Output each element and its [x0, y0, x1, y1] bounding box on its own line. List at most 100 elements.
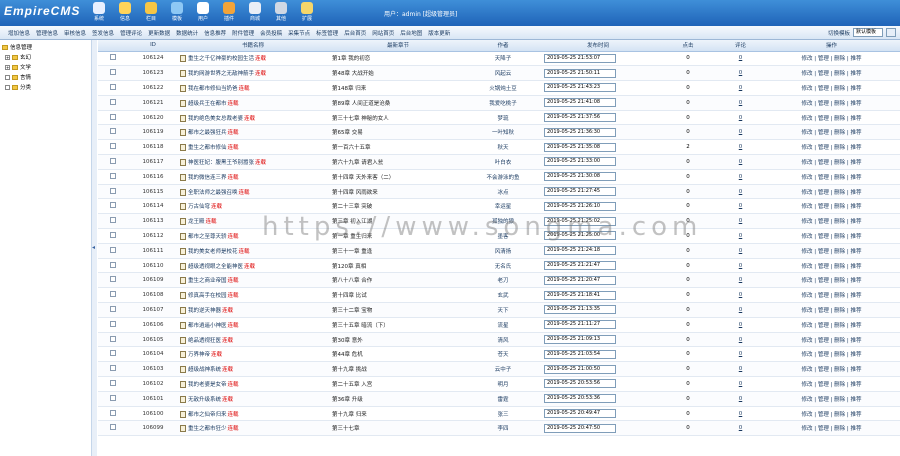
comment-count-link[interactable]: 0 [739, 411, 743, 417]
row-actions[interactable]: 修改 | 管理 | 删除 | 推荐 [763, 139, 900, 156]
row-checkbox[interactable] [110, 143, 116, 150]
submenu-item[interactable]: 会员投稿 [260, 29, 282, 37]
publish-time-input[interactable]: 2019-05-25 21:09:13 [544, 335, 616, 345]
comment-count-link[interactable]: 0 [739, 189, 743, 195]
submenu-item[interactable]: 审核信息 [64, 29, 86, 37]
row-checkbox[interactable] [110, 305, 116, 312]
row-actions[interactable]: 修改 | 管理 | 删除 | 推荐 [763, 376, 900, 392]
publish-time-input[interactable]: 2019-05-25 21:00:50 [544, 364, 616, 374]
publish-time-input[interactable]: 2019-05-25 20:49:47 [544, 409, 616, 419]
book-title-link[interactable]: 我的网游世界之无敌神箭手 [188, 71, 254, 77]
column-header[interactable]: 作者 [468, 40, 538, 52]
nav-item-6[interactable]: 商城 [242, 0, 268, 26]
row-actions[interactable]: 修改 | 管理 | 删除 | 推荐 [763, 258, 900, 274]
template-select[interactable]: 默认模板 [853, 28, 883, 37]
row-checkbox[interactable] [110, 128, 116, 135]
book-title-link[interactable]: 龙王殿 [188, 219, 205, 225]
publish-time-input[interactable]: 2019-05-25 20:53:36 [544, 394, 616, 404]
comment-count-link[interactable]: 0 [739, 174, 743, 180]
book-title-link[interactable]: 重生之千亿神豪的校园生活 [188, 56, 254, 62]
row-actions[interactable]: 修改 | 管理 | 删除 | 推荐 [763, 95, 900, 111]
author[interactable]: 玄武 [468, 287, 538, 304]
book-title-link[interactable]: 无敌升级系统 [188, 397, 221, 403]
book-title-link[interactable]: 修真高手在校园 [188, 293, 227, 299]
row-checkbox[interactable] [110, 69, 116, 76]
row-actions[interactable]: 修改 | 管理 | 删除 | 推荐 [763, 346, 900, 363]
author[interactable]: 无名氏 [468, 258, 538, 274]
row-actions[interactable]: 修改 | 管理 | 删除 | 推荐 [763, 361, 900, 378]
book-title-link[interactable]: 全职法师之最强召唤 [188, 190, 238, 196]
row-actions[interactable]: 修改 | 管理 | 删除 | 推荐 [763, 213, 900, 230]
author[interactable]: 老刀 [468, 272, 538, 289]
comment-count-link[interactable]: 0 [739, 100, 743, 106]
author[interactable]: 云中子 [468, 361, 538, 378]
tree-node[interactable]: 言情 [5, 73, 89, 81]
comment-count-link[interactable]: 0 [739, 396, 743, 402]
nav-item-0[interactable]: 系统 [86, 0, 112, 26]
row-checkbox[interactable] [110, 157, 116, 164]
publish-time-input[interactable]: 2019-05-25 21:37:56 [544, 113, 616, 123]
author[interactable]: 天下 [468, 302, 538, 318]
comment-count-link[interactable]: 0 [739, 203, 743, 209]
book-title-link[interactable]: 超级兵王在都市 [188, 101, 227, 107]
publish-time-input[interactable]: 2019-05-25 21:50:11 [544, 68, 616, 78]
tree-node[interactable]: + 玄幻 [5, 53, 89, 61]
author[interactable]: 火锅炖土豆 [468, 80, 538, 96]
column-header[interactable]: 操作 [763, 40, 900, 52]
submenu-item[interactable]: 附件管理 [232, 29, 254, 37]
row-checkbox[interactable] [110, 424, 116, 431]
row-checkbox[interactable] [110, 261, 116, 268]
submenu-item[interactable]: 更新数据 [148, 29, 170, 37]
book-title-link[interactable]: 我的逆天神器 [188, 308, 221, 314]
publish-time-input[interactable]: 2019-05-25 21:33:00 [544, 157, 616, 167]
row-actions[interactable]: 修改 | 管理 | 删除 | 推荐 [763, 110, 900, 126]
comment-count-link[interactable]: 0 [739, 351, 743, 357]
comment-count-link[interactable]: 0 [739, 337, 743, 343]
comment-count-link[interactable]: 0 [739, 115, 743, 121]
author[interactable]: 流星 [468, 317, 538, 333]
comment-count-link[interactable]: 0 [739, 277, 743, 283]
nav-item-8[interactable]: 扩展 [294, 0, 320, 26]
row-checkbox[interactable] [110, 83, 116, 90]
row-actions[interactable]: 修改 | 管理 | 删除 | 推荐 [763, 154, 900, 170]
tree-toggle-icon[interactable] [5, 84, 10, 90]
row-actions[interactable]: 修改 | 管理 | 删除 | 推荐 [763, 317, 900, 333]
row-checkbox[interactable] [110, 187, 116, 194]
author[interactable]: 孤独的狼 [468, 213, 538, 230]
row-actions[interactable]: 修改 | 管理 | 删除 | 推荐 [763, 391, 900, 407]
comment-count-link[interactable]: 0 [739, 366, 743, 372]
submenu-item[interactable]: 数据统计 [176, 29, 198, 37]
submenu-item[interactable]: 后台首页 [344, 29, 366, 37]
publish-time-input[interactable]: 2019-05-25 21:35:08 [544, 142, 616, 152]
comment-count-link[interactable]: 0 [739, 322, 743, 328]
publish-time-input[interactable]: 2019-05-25 21:11:27 [544, 320, 616, 330]
book-title-link[interactable]: 超级战神系统 [188, 367, 221, 373]
book-title-link[interactable]: 我的绝色美女总裁老婆 [188, 116, 243, 122]
submenu-item[interactable]: 签发信息 [92, 29, 114, 37]
comment-count-link[interactable]: 0 [739, 248, 743, 254]
nav-item-7[interactable]: 其他 [268, 0, 294, 26]
author[interactable]: 幸运星 [468, 198, 538, 215]
author[interactable]: 风清扬 [468, 243, 538, 259]
book-title-link[interactable]: 重生之都市修仙 [188, 145, 227, 151]
book-title-link[interactable]: 重生之商业帝国 [188, 278, 227, 284]
row-actions[interactable]: 修改 | 管理 | 删除 | 推荐 [763, 80, 900, 96]
author[interactable]: 梦琉 [468, 110, 538, 126]
comment-count-link[interactable]: 0 [739, 381, 743, 387]
comment-count-link[interactable]: 0 [739, 425, 743, 431]
row-actions[interactable]: 修改 | 管理 | 删除 | 推荐 [763, 420, 900, 437]
tree-node[interactable]: + 文学 [5, 63, 89, 71]
publish-time-input[interactable]: 2019-05-25 21:41:08 [544, 98, 616, 108]
book-title-link[interactable]: 重生之都市狂少 [188, 426, 227, 432]
comment-count-link[interactable]: 0 [739, 307, 743, 313]
book-title-link[interactable]: 都市之仙帝归来 [188, 412, 227, 418]
row-checkbox[interactable] [110, 54, 116, 61]
publish-time-input[interactable]: 2019-05-25 21:18:41 [544, 290, 616, 300]
tree-toggle-icon[interactable] [5, 74, 10, 80]
sidebar-splitter[interactable]: ◂ [92, 40, 97, 456]
publish-time-input[interactable]: 2019-05-25 21:30:08 [544, 172, 616, 182]
comment-count-link[interactable]: 0 [739, 263, 743, 269]
book-title-link[interactable]: 我在都市修仙当奶爸 [188, 86, 238, 92]
author[interactable]: 苍天 [468, 346, 538, 363]
book-title-link[interactable]: 超级透视眼之全能神医 [188, 264, 243, 270]
